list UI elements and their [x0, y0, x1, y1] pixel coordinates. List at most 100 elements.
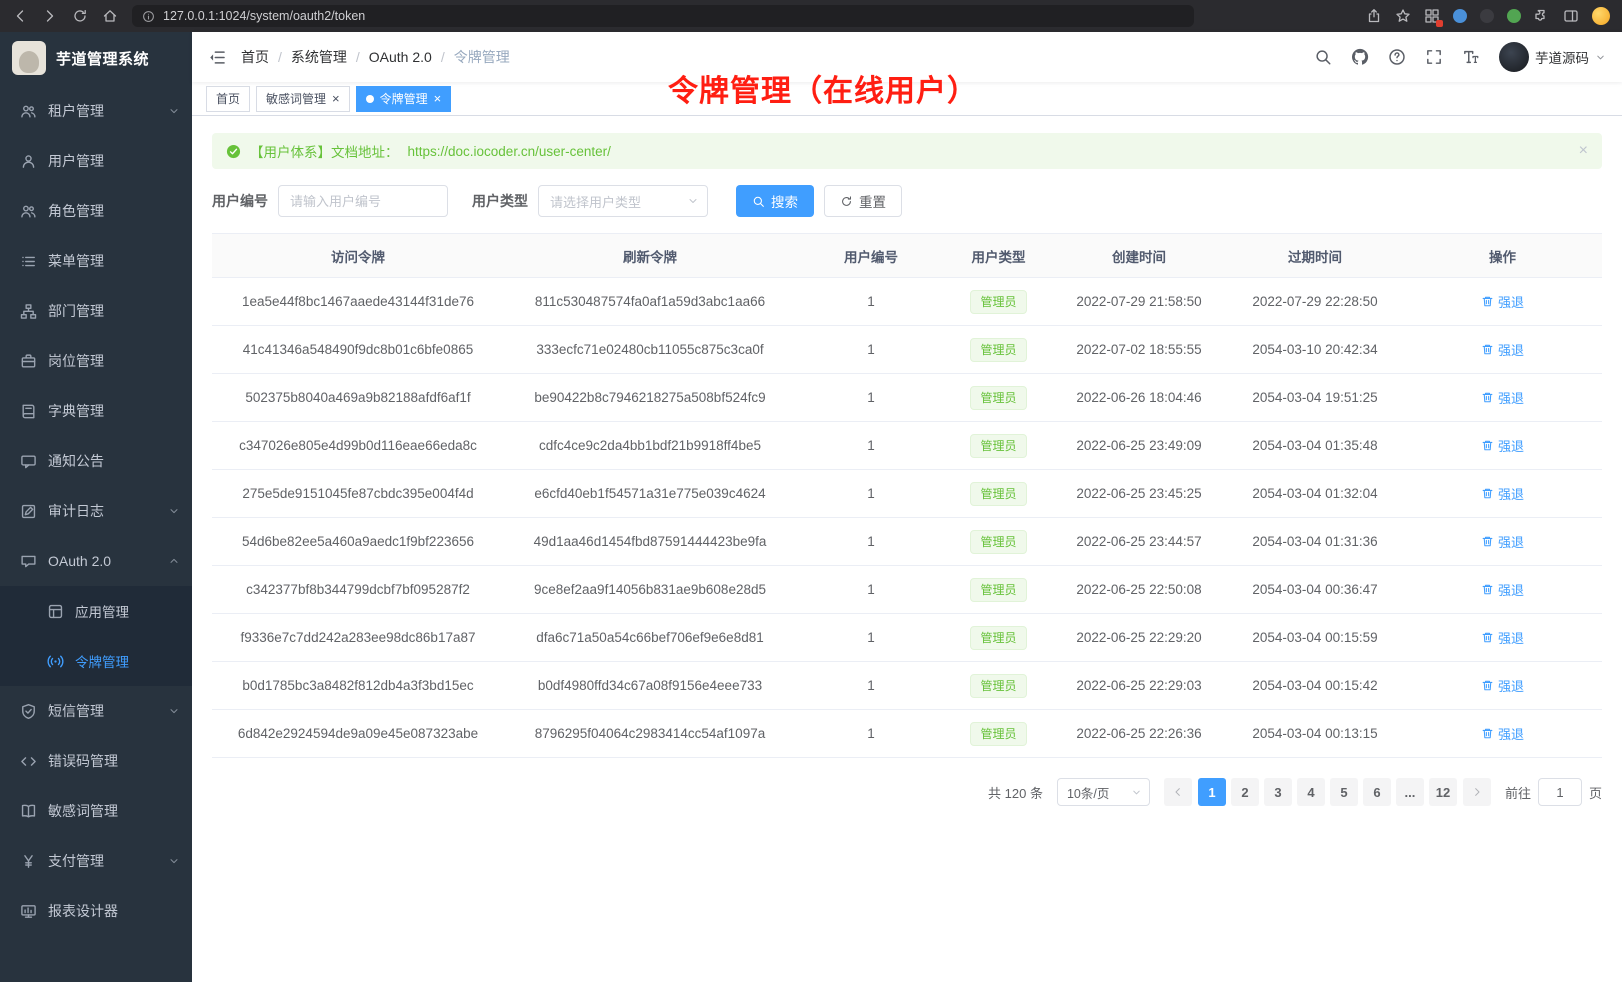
force-logout-button[interactable]: 强退: [1481, 580, 1524, 599]
sidebar-item-sensitive-word[interactable]: 敏感词管理: [0, 786, 192, 836]
expire-time-cell: 2054-03-10 20:42:34: [1227, 326, 1403, 374]
expire-time-cell: 2054-03-04 01:31:36: [1227, 518, 1403, 566]
page-button-12[interactable]: 12: [1429, 778, 1457, 806]
back-icon[interactable]: [12, 8, 28, 24]
sidebar-item-user[interactable]: 用户管理: [0, 136, 192, 186]
page-button-2[interactable]: 2: [1231, 778, 1259, 806]
bookmark-star-icon[interactable]: [1395, 8, 1411, 24]
force-logout-label: 强退: [1498, 292, 1524, 311]
tab-sensitive-word[interactable]: 敏感词管理×: [256, 86, 350, 112]
access-token-cell: 275e5de9151045fe87cbdc395e004f4d: [212, 470, 504, 518]
breadcrumb-item[interactable]: OAuth 2.0: [369, 49, 432, 65]
page-button-6[interactable]: 6: [1363, 778, 1391, 806]
next-page-button[interactable]: [1463, 778, 1491, 806]
extensions-puzzle-icon[interactable]: [1534, 8, 1550, 24]
force-logout-button[interactable]: 强退: [1481, 532, 1524, 551]
trash-icon: [1481, 439, 1494, 452]
reset-button[interactable]: 重置: [824, 185, 902, 217]
reload-icon[interactable]: [72, 8, 88, 24]
sidebar-item-label: 短信管理: [48, 701, 157, 721]
extension-green-icon[interactable]: [1507, 9, 1521, 23]
sidebar-item-oauth2-token[interactable]: 令牌管理: [0, 636, 192, 686]
sidebar-item-pay[interactable]: 支付管理: [0, 836, 192, 886]
pagination: 共 120 条 10条/页 123456...12 前往 页: [212, 778, 1602, 806]
force-logout-button[interactable]: 强退: [1481, 388, 1524, 407]
sidebar-item-oauth2[interactable]: OAuth 2.0: [0, 536, 192, 586]
sidebar-item-dict[interactable]: 字典管理: [0, 386, 192, 436]
search-button[interactable]: 搜索: [736, 185, 814, 217]
alert-link[interactable]: https://doc.iocoder.cn/user-center/: [408, 144, 611, 159]
fullscreen-icon[interactable]: [1425, 48, 1443, 66]
share-icon[interactable]: [1366, 8, 1382, 24]
force-logout-button[interactable]: 强退: [1481, 436, 1524, 455]
sidebar-item-error-code[interactable]: 错误码管理: [0, 736, 192, 786]
sidebar-item-post[interactable]: 岗位管理: [0, 336, 192, 386]
sidebar-item-tenant[interactable]: 租户管理: [0, 86, 192, 136]
user-type-tag: 管理员: [970, 626, 1026, 650]
expire-time-cell: 2054-03-04 19:51:25: [1227, 374, 1403, 422]
trash-icon: [1481, 727, 1494, 740]
goto-page-input[interactable]: [1538, 778, 1582, 806]
url-text: 127.0.0.1:1024/system/oauth2/token: [163, 9, 365, 23]
user-type-tag: 管理员: [970, 290, 1026, 314]
page-button-3[interactable]: 3: [1264, 778, 1292, 806]
access-token-cell: f9336e7c7dd242a283ee98dc86b17a87: [212, 614, 504, 662]
forward-icon[interactable]: [42, 8, 58, 24]
font-size-icon[interactable]: [1462, 48, 1480, 66]
page-button-1[interactable]: 1: [1198, 778, 1226, 806]
sidebar-item-sms[interactable]: 短信管理: [0, 686, 192, 736]
close-icon[interactable]: ×: [434, 92, 442, 105]
user-type-cell: 管理员: [946, 710, 1051, 758]
column-header: 刷新令牌: [504, 234, 796, 278]
page-button-4[interactable]: 4: [1297, 778, 1325, 806]
sidebar-panel-icon[interactable]: [1563, 8, 1579, 24]
refresh-token-cell: 333ecfc71e02480cb11055c875c3ca0f: [504, 326, 796, 374]
page-button-5[interactable]: 5: [1330, 778, 1358, 806]
sidebar-item-label: 敏感词管理: [48, 801, 180, 821]
breadcrumb-item[interactable]: 首页: [241, 47, 269, 67]
sidebar-item-report-designer[interactable]: 报表设计器: [0, 886, 192, 936]
refresh-icon: [840, 195, 853, 208]
briefcase-icon: [20, 353, 37, 370]
user-menu[interactable]: 芋道源码: [1499, 42, 1606, 72]
user-id-input[interactable]: [278, 185, 448, 217]
close-icon[interactable]: ×: [332, 92, 340, 105]
sidebar-item-notice[interactable]: 通知公告: [0, 436, 192, 486]
sidebar-item-oauth2-app[interactable]: 应用管理: [0, 586, 192, 636]
address-bar[interactable]: 127.0.0.1:1024/system/oauth2/token: [132, 5, 1194, 27]
force-logout-button[interactable]: 强退: [1481, 676, 1524, 695]
extension-blue-icon[interactable]: [1453, 9, 1467, 23]
sidebar-item-audit-log[interactable]: 审计日志: [0, 486, 192, 536]
force-logout-button[interactable]: 强退: [1481, 292, 1524, 311]
sidebar-item-label: 部门管理: [48, 301, 180, 321]
tab-oauth2-token[interactable]: 令牌管理×: [356, 86, 452, 112]
help-icon[interactable]: [1388, 48, 1406, 66]
browser-profile-avatar[interactable]: [1592, 7, 1610, 25]
force-logout-button[interactable]: 强退: [1481, 628, 1524, 647]
home-icon[interactable]: [102, 8, 118, 24]
alert-close-icon[interactable]: ×: [1579, 143, 1588, 159]
sidebar-item-dept[interactable]: 部门管理: [0, 286, 192, 336]
sidebar-collapse-icon[interactable]: [208, 48, 227, 67]
extension-dark-icon[interactable]: [1480, 9, 1494, 23]
refresh-token-cell: 9ce8ef2aa9f14056b831ae9b608e28d5: [504, 566, 796, 614]
force-logout-label: 强退: [1498, 676, 1524, 695]
sidebar-item-label: 通知公告: [48, 451, 180, 471]
created-time-cell: 2022-06-26 18:04:46: [1051, 374, 1227, 422]
user-type-select[interactable]: 请选择用户类型: [538, 185, 708, 217]
tab-home[interactable]: 首页: [206, 86, 250, 112]
extension-grid-icon[interactable]: [1424, 8, 1440, 24]
shield-icon: [20, 703, 37, 720]
prev-page-button[interactable]: [1164, 778, 1192, 806]
app-logo[interactable]: 芋道管理系统: [0, 32, 192, 84]
breadcrumb-item[interactable]: 系统管理: [291, 47, 347, 67]
force-logout-button[interactable]: 强退: [1481, 724, 1524, 743]
force-logout-button[interactable]: 强退: [1481, 340, 1524, 359]
sidebar-item-menu[interactable]: 菜单管理: [0, 236, 192, 286]
site-info-icon[interactable]: [142, 10, 155, 23]
sidebar-item-role[interactable]: 角色管理: [0, 186, 192, 236]
github-icon[interactable]: [1351, 48, 1369, 66]
search-icon[interactable]: [1314, 48, 1332, 66]
page-size-select[interactable]: 10条/页: [1057, 778, 1150, 806]
force-logout-button[interactable]: 强退: [1481, 484, 1524, 503]
